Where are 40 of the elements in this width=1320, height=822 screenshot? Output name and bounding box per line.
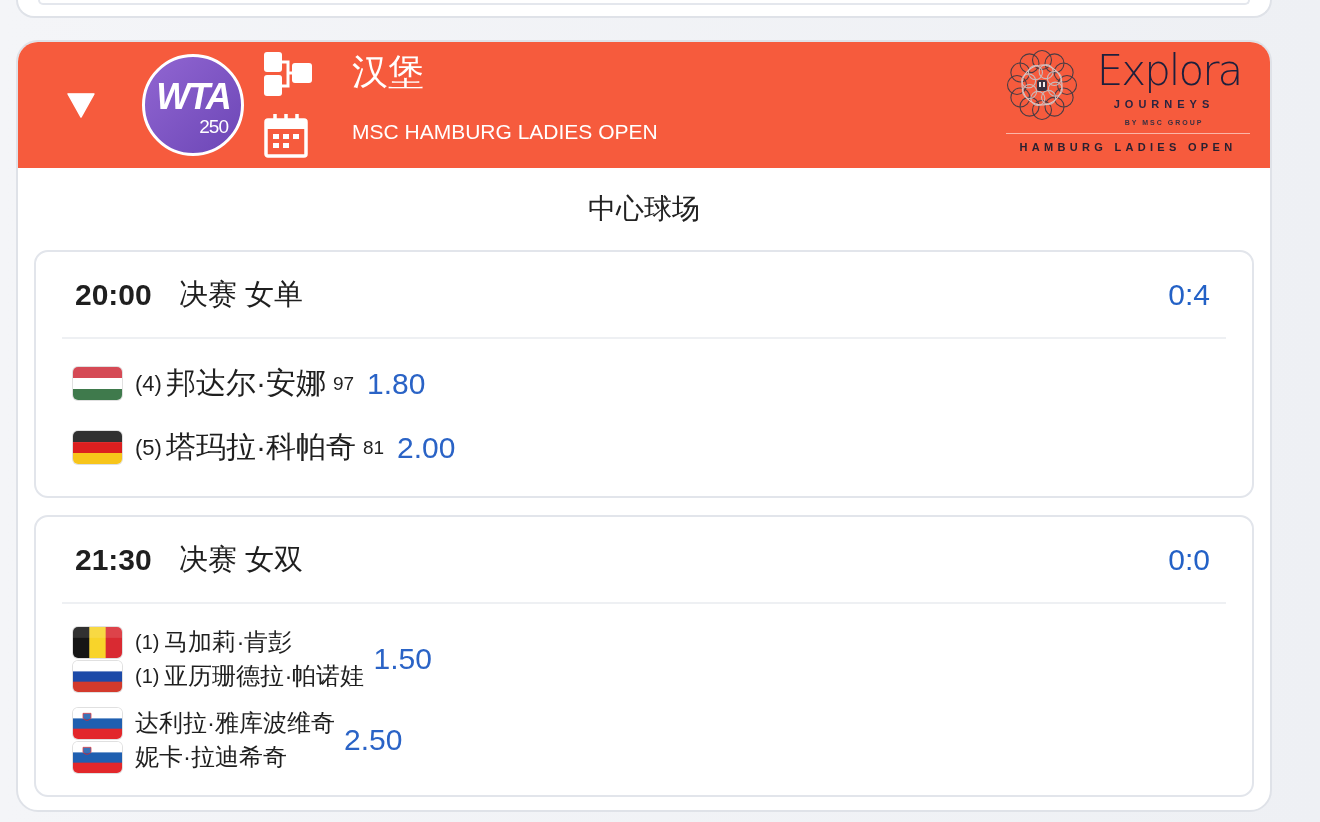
odds-value: 1.50: [373, 642, 432, 676]
match-time: 21:30: [75, 542, 152, 577]
match-score: 0:0: [1168, 542, 1210, 577]
odds-value: 2.50: [344, 723, 403, 757]
flag-icon: [73, 741, 122, 773]
odds-value: 2.00: [397, 430, 456, 465]
tournament-city: 汉堡: [352, 52, 424, 92]
flag-icon: [73, 626, 122, 658]
match-round: 决赛 女双: [178, 541, 303, 577]
logo-number-text: 250: [199, 116, 228, 136]
flag-icon: [73, 367, 122, 400]
player-name: 马加莉·肯彭: [164, 627, 293, 657]
player-seed: (4): [135, 370, 162, 397]
match-time: 20:00: [75, 277, 152, 312]
player-seed: (1): [135, 630, 160, 654]
match-score: 0:4: [1168, 277, 1210, 312]
player-name: 亚历珊德拉·帕诺娃: [164, 661, 365, 691]
flag-icon: [73, 431, 122, 464]
flag-icon: [73, 707, 122, 739]
odds-value: 1.80: [367, 366, 426, 401]
logo-wordmark: WTA: [156, 78, 230, 115]
sponsor-wordmark: Explora: [1096, 49, 1242, 93]
player-seed: (5): [135, 434, 162, 461]
player-name: 邦达尔·安娜: [165, 365, 326, 401]
player-name: 妮卡·拉迪希奇: [135, 742, 287, 772]
mandala-icon: [1006, 49, 1078, 121]
flag-icon: [73, 660, 122, 692]
sponsor-tagline: JOURNEYS: [1113, 98, 1215, 111]
player-seed: (1): [135, 664, 160, 688]
player-rank: 97: [332, 372, 355, 395]
calendar-icon[interactable]: [264, 114, 308, 158]
tournament-name: MSC HAMBURG LADIES OPEN: [352, 120, 658, 144]
match-round: 决赛 女单: [178, 276, 303, 312]
player-name: 塔玛拉·科帕奇: [165, 429, 356, 465]
player-name: 达利拉·雅库波维奇: [135, 708, 335, 738]
bracket-icon[interactable]: [264, 52, 312, 96]
caret-icon[interactable]: [67, 92, 95, 118]
player-rank: 81: [362, 436, 385, 459]
sponsor-event-name: HAMBURG LADIES OPEN: [1018, 141, 1238, 154]
court-name: 中心球场: [588, 192, 700, 226]
